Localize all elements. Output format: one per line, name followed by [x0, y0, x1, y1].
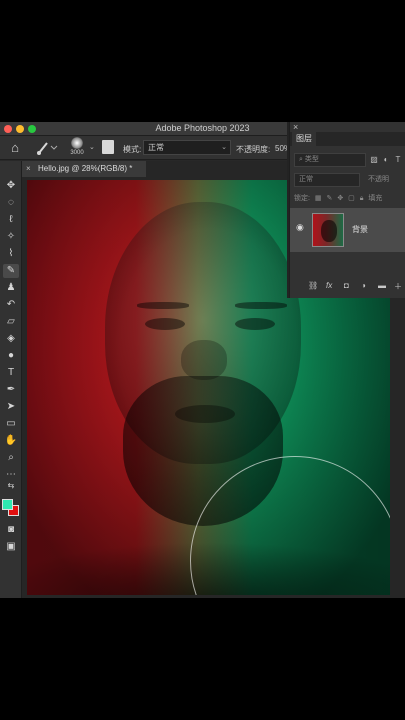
lock-paint-icon[interactable]: ✎	[326, 195, 332, 202]
mode-select[interactable]: 正常 ⌄	[143, 140, 231, 155]
document-tab[interactable]: × Hello.jpg @ 28%(RGB/8) *	[22, 161, 146, 177]
image-filter-icon[interactable]: ▨	[368, 153, 380, 167]
layer-row[interactable]: ◉ 背景	[290, 208, 405, 252]
history-brush-tool-icon[interactable]: ↶	[3, 298, 19, 312]
adjustment-filter-icon[interactable]: ◐	[380, 153, 392, 167]
layer-filter-placeholder: 类型	[304, 156, 319, 163]
add-mask-icon[interactable]: ◘	[344, 281, 349, 290]
mode-select-value: 正常	[148, 143, 164, 152]
type-tool-icon[interactable]: T	[3, 366, 19, 380]
fill-label: 填充	[368, 195, 383, 202]
document-tab-title: Hello.jpg @ 28%(RGB/8) *	[38, 164, 133, 173]
layer-name: 背景	[352, 225, 368, 234]
blend-mode-value: 正常	[299, 176, 313, 183]
zoom-tool-icon[interactable]: ⌕	[3, 451, 19, 465]
mode-label: 模式:	[123, 145, 142, 154]
layer-style-icon[interactable]: fx	[326, 281, 332, 290]
pen-tool-icon[interactable]: ✒	[3, 383, 19, 397]
eraser-tool-icon[interactable]: ▱	[3, 315, 19, 329]
brush-settings-icon[interactable]	[102, 140, 114, 154]
lasso-tool-icon[interactable]: ℓ	[3, 213, 19, 227]
close-icon[interactable]: ×	[26, 161, 31, 177]
brush-preset-picker[interactable]	[36, 140, 60, 156]
chevron-down-icon[interactable]: ⌄	[89, 143, 95, 151]
home-icon[interactable]: ⌂	[6, 139, 24, 157]
new-layer-icon[interactable]: ＋	[394, 281, 402, 292]
lock-position-icon[interactable]: ✥	[337, 195, 343, 202]
layer-thumbnail	[312, 213, 344, 247]
lock-artboard-icon[interactable]: ▢	[348, 195, 355, 202]
lock-pixels-icon[interactable]: ▦	[315, 195, 322, 202]
new-group-icon[interactable]: ▬	[378, 281, 386, 290]
marquee-tool-icon[interactable]: ◌	[3, 196, 19, 210]
brush-tool-icon[interactable]: ✎	[3, 264, 19, 278]
layers-panel: × 图层 ⌕ 类型 ▨ ◐ T 正常 不透明 锁定: ▦ ✎ ✥ ▢ 🔒︎ 填充 ◉…	[289, 122, 405, 298]
move-tool-icon[interactable]: ✥	[3, 179, 19, 193]
foreground-color-swatch[interactable]	[2, 499, 13, 510]
tab-layers[interactable]: 图层	[292, 132, 316, 146]
thumbnail-face	[321, 220, 337, 242]
photoshop-window: Adobe Photoshop 2023 ⌂ 3000 ⌄ 模式: 正常 ⌄ 不…	[0, 122, 405, 598]
opacity-label: 不透明度:	[236, 145, 271, 154]
eyedropper-tool-icon[interactable]: ⌇	[3, 247, 19, 261]
layer-filter-icons: ▨ ◐ T	[368, 153, 405, 167]
brush-size-picker[interactable]: 3000	[66, 137, 88, 159]
swap-colors-icon[interactable]: ⇆	[3, 479, 19, 493]
dodge-tool-icon[interactable]: ●	[3, 349, 19, 363]
lock-label: 锁定:	[294, 195, 310, 202]
brush-size-value: 3000	[70, 150, 84, 156]
stamp-tool-icon[interactable]: ♟	[3, 281, 19, 295]
close-icon[interactable]: ×	[293, 122, 298, 132]
chevron-down-icon: ⌄	[221, 144, 227, 151]
layer-filter-input[interactable]: ⌕ 类型	[294, 153, 366, 167]
layers-panel-footer: ⛓ fx ◘ ◑ ▬ ＋	[290, 278, 405, 296]
tools-panel: ✥ ◌ ℓ ✧ ⌇ ✎ ♟ ↶ ▱ ◈ ● T ✒ ➤ ▭ ✋ ⌕ ⋯ ⇆ ◙ …	[0, 161, 22, 598]
layer-opacity-label: 不透明	[368, 176, 389, 183]
quick-mask-icon[interactable]: ◙	[3, 523, 19, 537]
link-layers-icon[interactable]: ⛓	[308, 281, 318, 290]
brush-icon	[37, 142, 58, 155]
lock-row: 锁定: ▦ ✎ ✥ ▢ 🔒︎ 填充	[294, 193, 405, 203]
rectangle-tool-icon[interactable]: ▭	[3, 417, 19, 431]
magic-wand-tool-icon[interactable]: ✧	[3, 230, 19, 244]
panel-tab-bar: 图层	[290, 132, 405, 146]
eye-icon[interactable]: ◉	[296, 222, 304, 233]
blend-mode-select[interactable]: 正常	[294, 173, 360, 187]
path-selection-tool-icon[interactable]: ➤	[3, 400, 19, 414]
screen-mode-icon[interactable]: ▣	[3, 540, 19, 554]
adjustment-layer-icon[interactable]: ◑	[361, 281, 366, 290]
hand-tool-icon[interactable]: ✋	[3, 434, 19, 448]
type-filter-icon[interactable]: T	[392, 153, 404, 167]
paint-bucket-tool-icon[interactable]: ◈	[3, 332, 19, 346]
lock-all-icon[interactable]: 🔒︎	[360, 195, 364, 202]
brush-tip-preview	[71, 137, 83, 149]
